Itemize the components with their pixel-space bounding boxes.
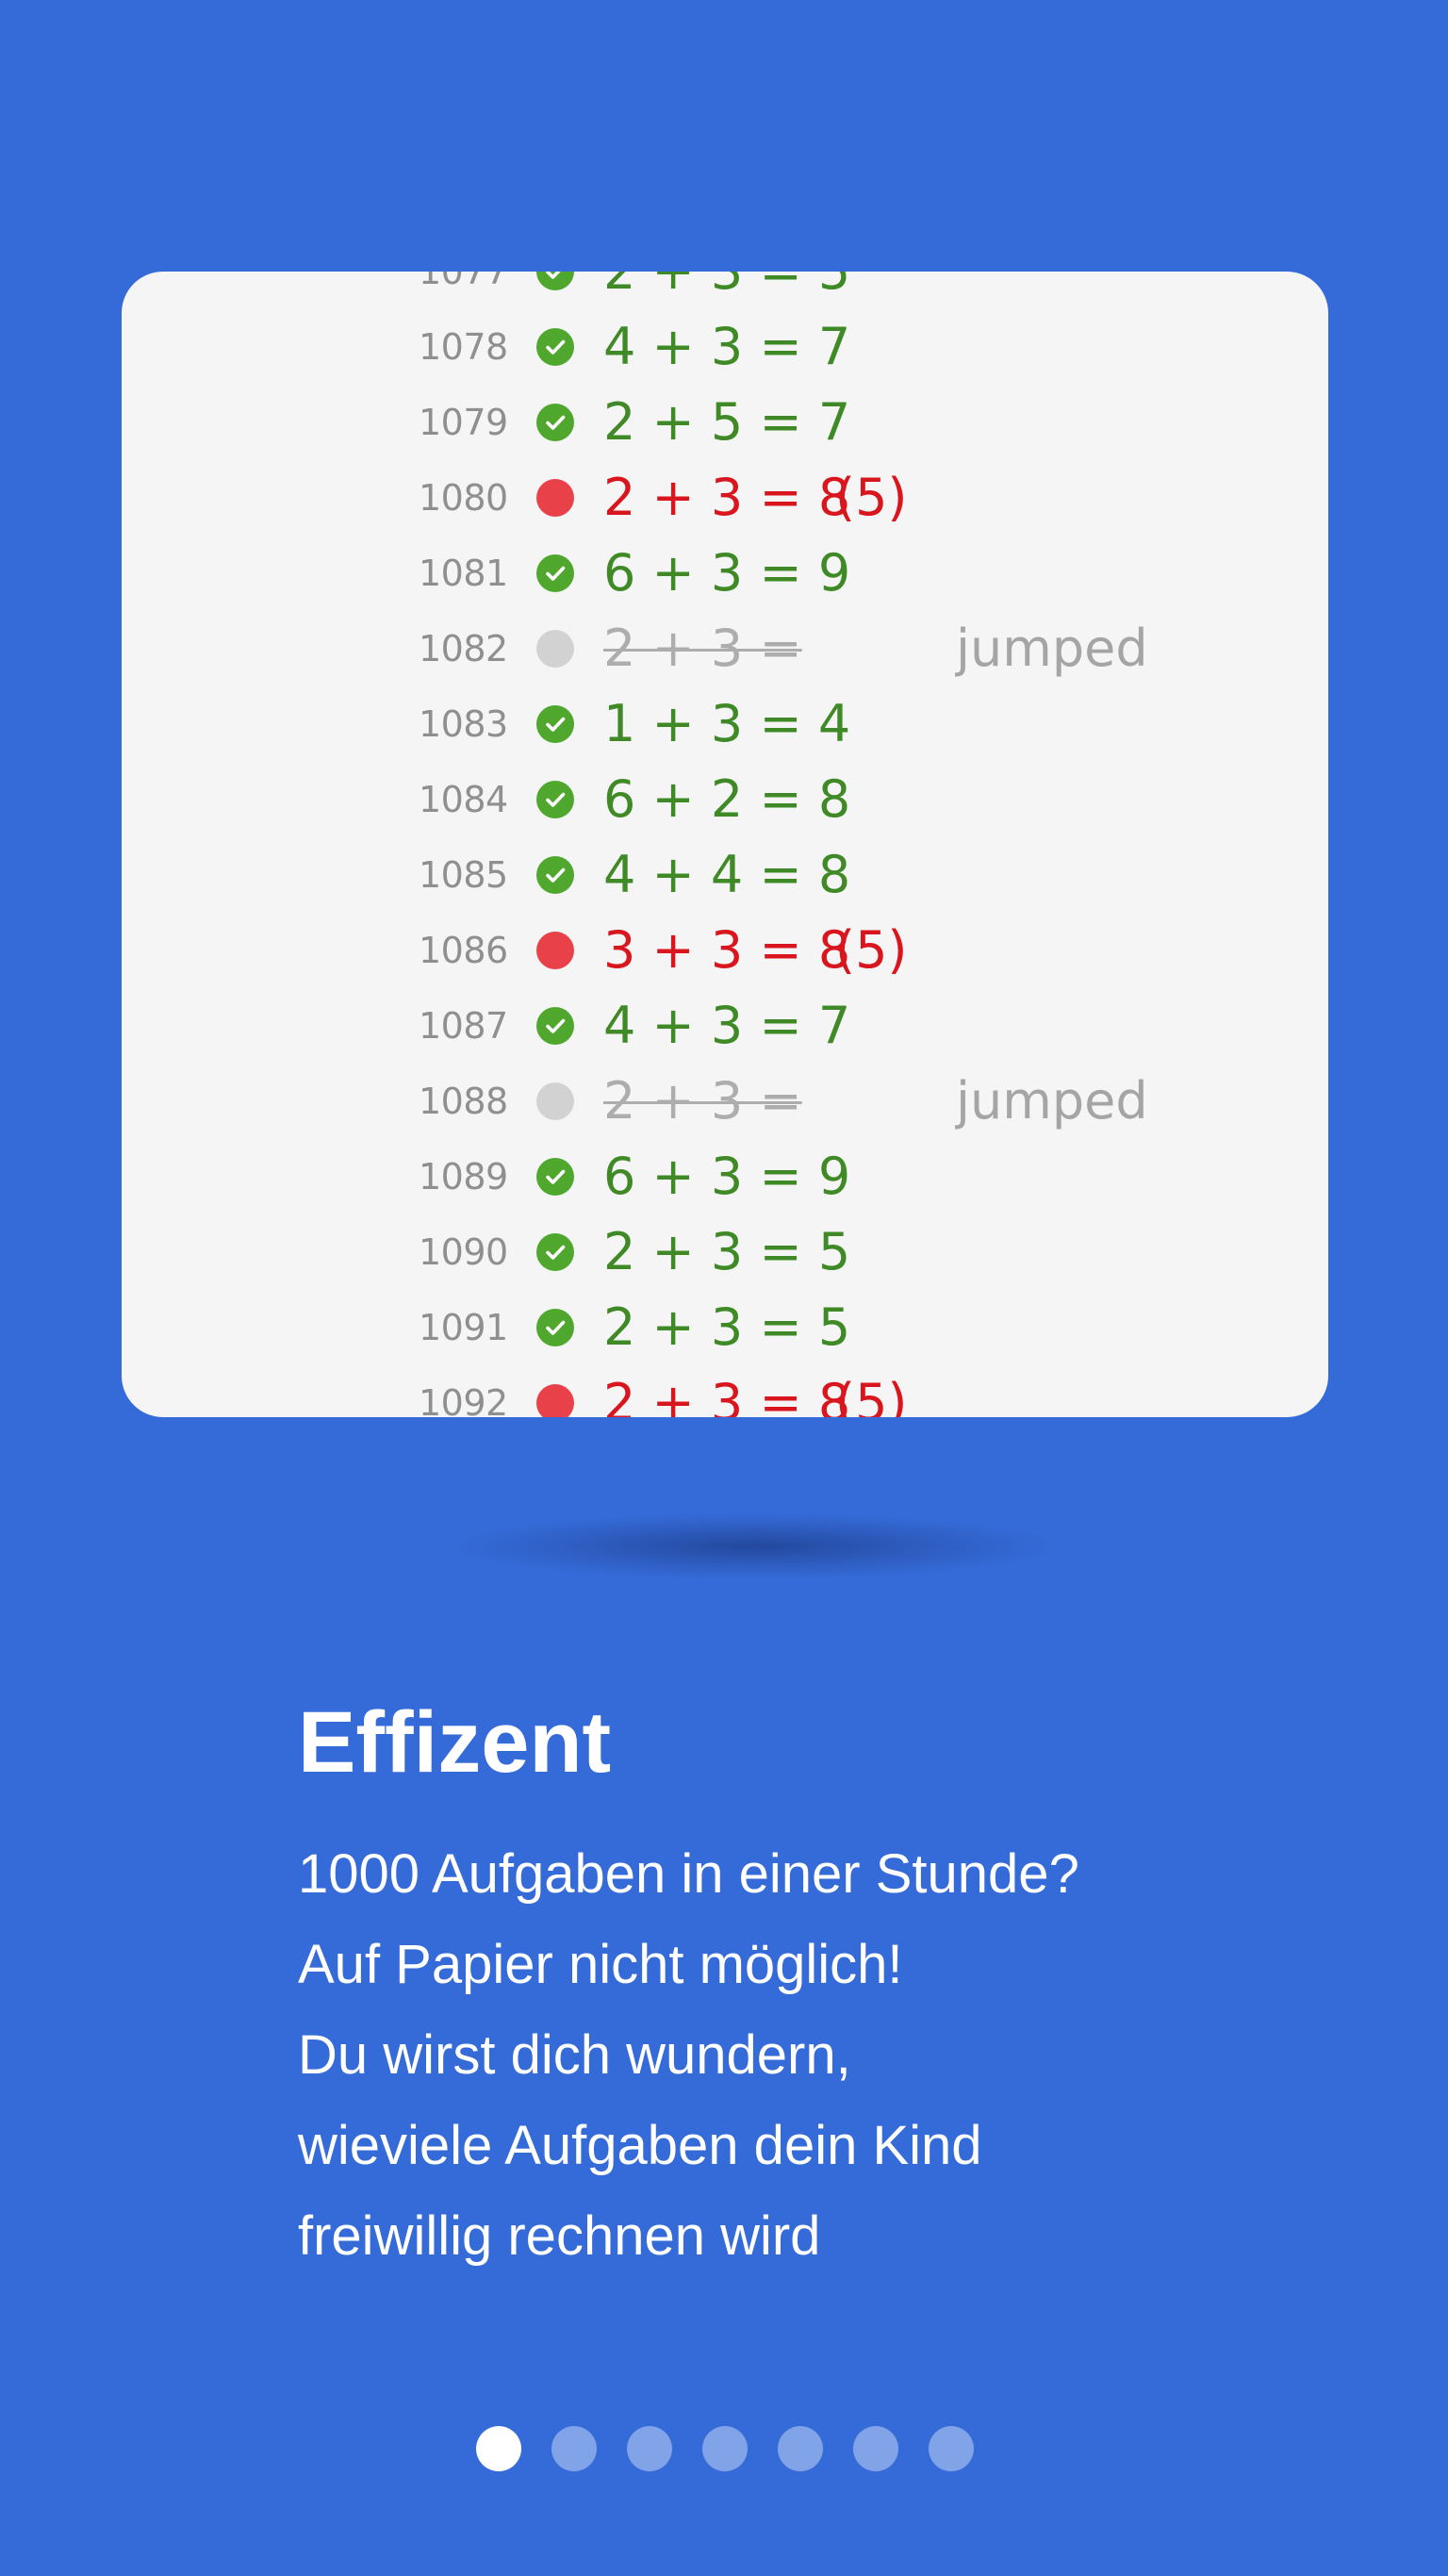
problem-row: 1086 3 + 3 = 8 (5) [122, 913, 1328, 988]
page-dot[interactable] [702, 2426, 748, 2471]
problem-row: 1080 2 + 3 = 8 (5) [122, 460, 1328, 536]
problem-row: 1083 1 + 3 = 4 [122, 686, 1328, 762]
problem-equation: 4 + 3 = 7 [603, 996, 851, 1055]
problem-number: 1077 [419, 272, 508, 292]
problem-row: 1081 6 + 3 = 9 [122, 536, 1328, 611]
problem-number: 1092 [419, 1382, 508, 1417]
problem-equation: 4 + 3 = 7 [603, 317, 851, 376]
checkmark-circle-icon [536, 1309, 574, 1346]
problem-number: 1086 [419, 930, 508, 971]
problem-equation: 6 + 2 = 8 [603, 769, 851, 829]
checkmark-circle-icon [536, 554, 574, 592]
onboarding-title: Effizent [298, 1694, 612, 1791]
problem-row: 1087 4 + 3 = 7 [122, 988, 1328, 1064]
problem-row: 1084 6 + 2 = 8 [122, 762, 1328, 837]
red-dot-icon [536, 1384, 574, 1417]
problem-number: 1089 [419, 1156, 508, 1197]
problem-equation: 2 + 3 = 5 [603, 1222, 851, 1281]
checkmark-circle-icon [536, 1158, 574, 1196]
problem-row: 1088 2 + 3 = jumped [122, 1064, 1328, 1139]
problem-equation: 2 + 3 = [603, 1071, 802, 1131]
problem-equation: 2 + 3 = 5 [603, 1297, 851, 1357]
page-dot[interactable] [476, 2426, 521, 2471]
problem-row: 1077 2 + 3 = 5 [122, 272, 1328, 309]
problem-number: 1079 [419, 402, 508, 443]
problem-equation: 2 + 3 = 8 [603, 1373, 851, 1417]
problem-row: 1085 4 + 4 = 8 [122, 837, 1328, 913]
problem-equation: 1 + 3 = 4 [603, 694, 851, 753]
description-line: Auf Papier nicht möglich! [298, 1934, 903, 1995]
checkmark-circle-icon [536, 856, 574, 894]
page-dot[interactable] [551, 2426, 597, 2471]
checkmark-circle-icon [536, 705, 574, 743]
page-dot[interactable] [929, 2426, 974, 2471]
onboarding-description: 1000 Aufgaben in einer Stunde? Auf Papie… [298, 1829, 1382, 2282]
page-dot[interactable] [778, 2426, 823, 2471]
problem-row: 1091 2 + 3 = 5 [122, 1290, 1328, 1365]
problem-list: 10772 + 3 = 510784 + 3 = 710792 + 5 = 71… [122, 272, 1328, 1417]
problem-number: 1081 [419, 553, 508, 594]
checkmark-circle-icon [536, 272, 574, 290]
problem-row: 1082 2 + 3 = jumped [122, 611, 1328, 686]
problem-number: 1090 [419, 1231, 508, 1273]
page-dot[interactable] [853, 2426, 898, 2471]
red-dot-icon [536, 479, 574, 517]
checkmark-circle-icon [536, 781, 574, 818]
checkmark-circle-icon [536, 1233, 574, 1271]
correct-answer-note: (5) [835, 920, 908, 980]
checkmark-circle-icon [536, 1007, 574, 1045]
problem-number: 1082 [419, 628, 508, 669]
problem-number: 1083 [419, 703, 508, 745]
problem-number: 1078 [419, 326, 508, 368]
page-dot[interactable] [627, 2426, 672, 2471]
skipped-note: jumped [956, 1071, 1148, 1131]
problem-equation: 3 + 3 = 8 [603, 920, 851, 980]
problem-equation: 2 + 3 = 8 [603, 468, 851, 527]
problem-row: 1079 2 + 5 = 7 [122, 385, 1328, 460]
problem-equation: 4 + 4 = 8 [603, 845, 851, 904]
description-line: freiwillig rechnen wird [298, 2205, 821, 2267]
problem-number: 1084 [419, 779, 508, 820]
problem-number: 1088 [419, 1081, 508, 1122]
gray-dot-icon [536, 630, 574, 668]
red-dot-icon [536, 932, 574, 969]
problem-number: 1085 [419, 854, 508, 896]
description-line: Du wirst dich wundern, [298, 2024, 851, 2086]
gray-dot-icon [536, 1082, 574, 1120]
correct-answer-note: (5) [835, 468, 908, 527]
description-line: 1000 Aufgaben in einer Stunde? [298, 1843, 1079, 1905]
problem-row: 1092 2 + 3 = 8 (5) [122, 1365, 1328, 1417]
correct-answer-note: (5) [835, 1373, 908, 1417]
problem-equation: 6 + 3 = 9 [603, 1147, 851, 1206]
problem-equation: 2 + 3 = 5 [603, 272, 850, 309]
checkmark-circle-icon [536, 328, 574, 366]
problem-number: 1080 [419, 477, 508, 519]
problem-number: 1087 [419, 1005, 508, 1047]
skipped-note: jumped [956, 619, 1148, 678]
card-shadow [452, 1513, 1056, 1579]
problem-row: 1089 6 + 3 = 9 [122, 1139, 1328, 1214]
problem-row: 1090 2 + 3 = 5 [122, 1214, 1328, 1290]
description-line: wieviele Aufgaben dein Kind [298, 2115, 982, 2176]
problem-number: 1091 [419, 1307, 508, 1348]
problem-equation: 2 + 5 = 7 [603, 392, 851, 452]
problem-row: 1078 4 + 3 = 7 [122, 309, 1328, 385]
checkmark-circle-icon [536, 404, 574, 441]
problem-equation: 6 + 3 = 9 [603, 543, 851, 603]
problem-equation: 2 + 3 = [603, 619, 802, 678]
problem-history-card: 10772 + 3 = 510784 + 3 = 710792 + 5 = 71… [122, 272, 1328, 1417]
